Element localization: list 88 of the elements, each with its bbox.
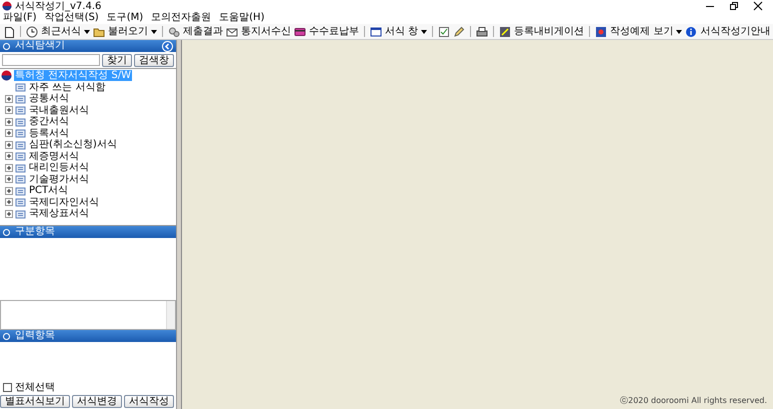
tree-item[interactable]: 중간서식	[28, 116, 70, 128]
tree-item[interactable]: 국내출원서식	[28, 104, 90, 116]
dropdown-caret-icon[interactable]	[84, 30, 90, 34]
navigation-icon[interactable]	[499, 26, 512, 38]
menu-item[interactable]: 파일(F)	[3, 12, 37, 24]
form-icon	[15, 162, 26, 173]
expand-box-icon[interactable]	[5, 106, 13, 114]
envelope-icon[interactable]	[226, 26, 238, 38]
app-logo-icon	[2, 1, 12, 11]
tree-item[interactable]: 심판(취소신청)서식	[28, 139, 118, 150]
tree-item[interactable]: 자주 쓰는 서식함	[28, 82, 106, 93]
card-icon[interactable]	[294, 26, 306, 38]
close-icon[interactable]	[753, 1, 763, 11]
expand-box-icon[interactable]	[5, 175, 13, 184]
expand-box-icon[interactable]	[5, 94, 13, 103]
tree-item[interactable]: 등록서식	[28, 128, 70, 139]
form-icon	[15, 208, 26, 219]
action-button[interactable]: 별표서식보기	[0, 395, 70, 408]
toolbar-button[interactable]: 서식 창	[385, 26, 418, 38]
tree-item[interactable]: 제증명서식	[28, 150, 80, 162]
window-title: 서식작성기_v7.4.6	[15, 0, 102, 12]
folder-icon[interactable]	[93, 26, 105, 38]
tree-item[interactable]: 기술평가서식	[28, 174, 90, 185]
gears-icon[interactable]	[168, 26, 180, 38]
panel-title: 서식탐색기	[15, 40, 66, 52]
form-icon	[15, 140, 26, 150]
expand-box-icon[interactable]	[5, 140, 13, 149]
form-icon	[15, 186, 26, 196]
tree-item[interactable]: 국제상표서식	[28, 208, 90, 220]
form-icon	[15, 105, 26, 116]
panel-title: 입력항목	[15, 330, 56, 342]
panel-title: 구분항목	[15, 226, 56, 238]
dropdown-caret-icon[interactable]	[421, 30, 428, 34]
tree-item[interactable]: 국제디자인서식	[28, 196, 100, 208]
checkbox-label: 전체선택	[15, 382, 55, 393]
action-button[interactable]: 서식작성	[124, 395, 174, 408]
dropdown-caret-icon[interactable]	[676, 30, 682, 34]
target-icon[interactable]	[595, 26, 608, 38]
tree-item[interactable]: 공통서식	[28, 93, 70, 104]
menu-item[interactable]: 도구(M)	[106, 12, 144, 24]
form-icon	[15, 151, 26, 162]
check-list-icon[interactable]	[438, 26, 450, 38]
toolbar-button[interactable]: 수수료납부	[309, 26, 359, 38]
menu-item[interactable]: 작업선택(S)	[44, 12, 99, 24]
menu-item[interactable]: 도움말(H)	[219, 12, 264, 24]
toolbar-button[interactable]: 통지서수신	[241, 26, 291, 38]
expand-box-icon[interactable]	[5, 210, 13, 218]
search-button[interactable]: 검색창	[134, 54, 174, 66]
search-field[interactable]	[2, 54, 100, 66]
tree-item[interactable]: PCT서식	[28, 185, 70, 196]
expand-box-icon[interactable]	[5, 118, 13, 126]
find-button[interactable]: 찾기	[102, 54, 132, 66]
toolbar-button[interactable]: 등록내비게이션	[514, 26, 584, 38]
menu-item[interactable]: 모의전자출원	[151, 12, 212, 24]
toolbar-button[interactable]: 작성예제 보기	[610, 26, 674, 38]
clock-icon[interactable]	[26, 26, 38, 38]
scrollbar[interactable]	[166, 301, 175, 329]
globe-logo-icon	[1, 70, 12, 82]
expand-box-icon[interactable]	[5, 152, 13, 160]
toolbar-button[interactable]: 불러오기	[108, 26, 148, 38]
expand-box-icon[interactable]	[5, 186, 13, 195]
checkbox[interactable]	[3, 383, 12, 392]
printer-icon[interactable]	[476, 26, 488, 38]
expand-box-icon[interactable]	[5, 164, 13, 172]
gear-icon	[3, 228, 10, 236]
restore-icon[interactable]	[729, 1, 739, 11]
toolbar-button[interactable]: 서식작성기안내	[700, 26, 770, 38]
dropdown-caret-icon[interactable]	[151, 30, 157, 34]
window-icon[interactable]	[370, 26, 382, 38]
form-icon	[15, 94, 26, 104]
form-icon	[15, 82, 26, 92]
form-icon	[15, 128, 26, 138]
tree-item[interactable]: 대리인등서식	[28, 162, 90, 174]
pencil-icon[interactable]	[453, 26, 466, 38]
form-icon	[15, 116, 26, 127]
expand-box-icon[interactable]	[5, 198, 13, 206]
gear-icon	[3, 332, 10, 340]
action-button[interactable]: 서식변경	[72, 395, 122, 408]
form-icon	[15, 174, 26, 184]
toolbar-button[interactable]: 제출결과	[183, 26, 223, 38]
expand-box-icon[interactable]	[5, 129, 13, 138]
form-icon	[15, 197, 26, 208]
gear-icon	[3, 42, 10, 50]
copyright-text: ⓒ2020 dooroomi All rights reserved.	[620, 395, 767, 406]
collapse-icon[interactable]	[162, 40, 173, 52]
toolbar-button[interactable]: 최근서식	[41, 26, 81, 38]
document-icon[interactable]	[3, 26, 15, 38]
info-icon[interactable]	[685, 26, 698, 38]
